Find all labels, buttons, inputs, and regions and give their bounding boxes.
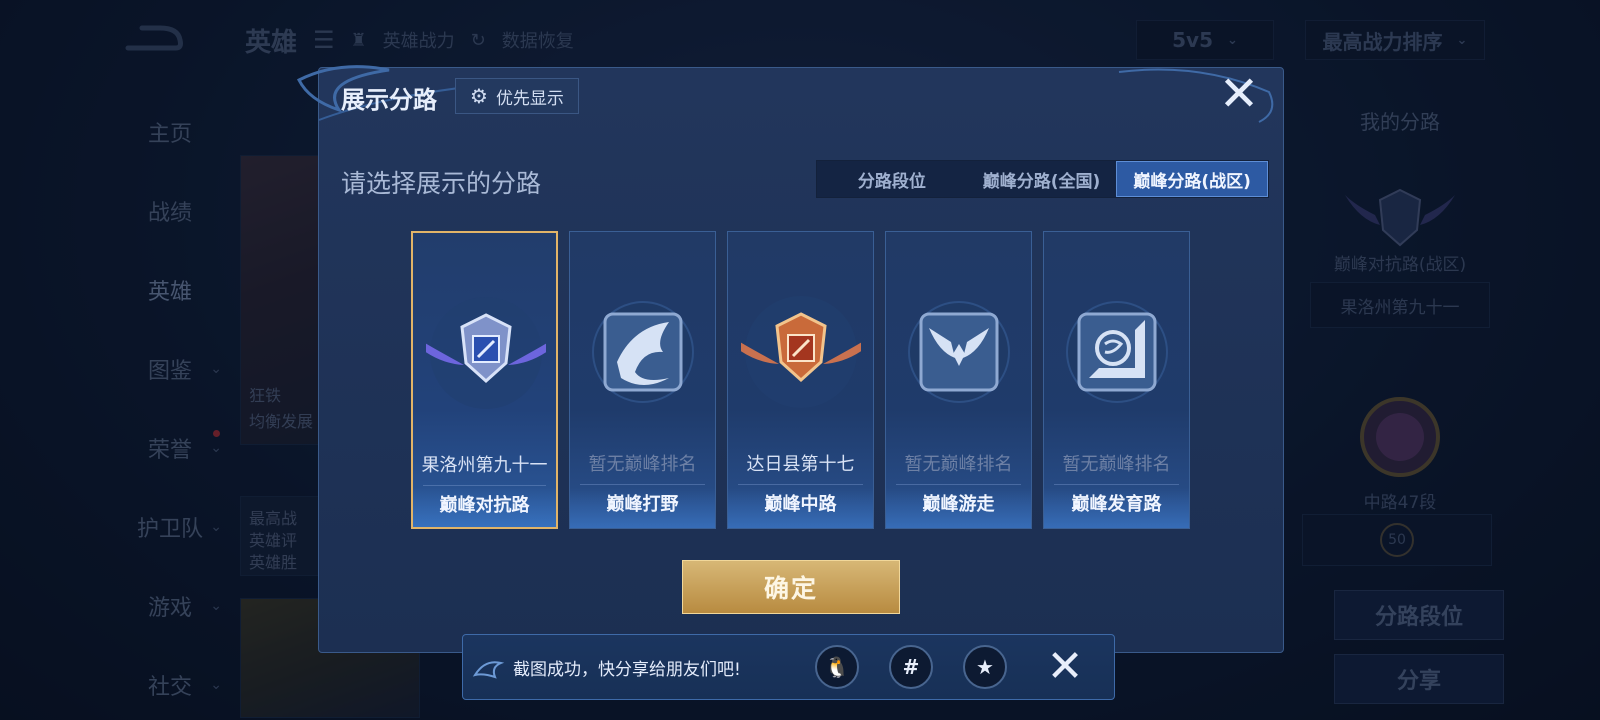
lane-tabs: 分路段位 巅峰分路(全国) 巅峰分路(战区) xyxy=(816,160,1269,198)
shield-wings-orange-icon xyxy=(741,296,861,408)
lane-name: 巅峰打野 xyxy=(606,494,679,515)
dragon-icon xyxy=(592,301,694,403)
lane-name: 巅峰对抗路 xyxy=(439,495,530,516)
modal-prompt: 请选择展示的分路 xyxy=(341,169,542,198)
lane-rank: 暂无巅峰排名 xyxy=(904,454,1013,475)
divider xyxy=(896,484,1021,485)
lane-name: 巅峰中路 xyxy=(764,494,837,515)
modal-title: 展示分路 xyxy=(341,86,437,114)
lane-card-mid[interactable]: 达日县第十七 巅峰中路 xyxy=(727,231,874,529)
close-icon: ✕ xyxy=(1046,641,1084,692)
lane-rank: 暂无巅峰排名 xyxy=(588,454,697,475)
gear-icon: ⚙ xyxy=(470,84,488,108)
divider xyxy=(423,485,546,486)
angel-wings-icon xyxy=(908,301,1010,403)
tab-lane-rank[interactable]: 分路段位 xyxy=(817,161,967,197)
lane-card-top[interactable]: 果洛州第九十一 巅峰对抗路 xyxy=(411,231,558,529)
confirm-button[interactable]: 确定 xyxy=(682,560,900,614)
tab-peak-region[interactable]: 巅峰分路(战区) xyxy=(1116,161,1269,197)
lane-rank: 达日县第十七 xyxy=(746,454,855,475)
lane-rank: 果洛州第九十一 xyxy=(421,455,548,476)
wechat-moments-icon[interactable]: # xyxy=(889,645,933,689)
divider xyxy=(1054,484,1179,485)
close-button[interactable]: ✕ xyxy=(1217,70,1261,118)
lane-display-modal: 展示分路 ⚙ 优先显示 ✕ 请选择展示的分路 分路段位 巅峰分路(全国) 巅峰分… xyxy=(296,65,1284,653)
lane-card-adc[interactable]: 暂无巅峰排名 巅峰发育路 xyxy=(1043,231,1190,529)
shield-wings-blue-icon xyxy=(426,297,546,409)
lane-name: 巅峰游走 xyxy=(922,494,995,515)
priority-display-button[interactable]: ⚙ 优先显示 xyxy=(455,78,579,114)
qq-icon[interactable]: 🐧 xyxy=(815,645,859,689)
lane-rank: 暂无巅峰排名 xyxy=(1062,454,1171,475)
qzone-icon[interactable]: ★ xyxy=(963,645,1007,689)
swirl-icon xyxy=(472,661,505,679)
divider xyxy=(738,484,863,485)
toast-message: 截图成功，快分享给朋友们吧! xyxy=(513,660,741,680)
tab-peak-national[interactable]: 巅峰分路(全国) xyxy=(967,161,1117,197)
archer-icon xyxy=(1066,301,1168,403)
swirl-decoration-icon xyxy=(1118,68,1274,123)
priority-display-label: 优先显示 xyxy=(495,88,564,109)
lane-name: 巅峰发育路 xyxy=(1071,494,1162,515)
screenshot-toast: 截图成功，快分享给朋友们吧! 🐧 # ★ ✕ xyxy=(462,634,1115,700)
lane-card-support[interactable]: 暂无巅峰排名 巅峰游走 xyxy=(885,231,1032,529)
toast-close-button[interactable]: ✕ xyxy=(1041,643,1089,691)
divider xyxy=(580,484,705,485)
lane-card-jungle[interactable]: 暂无巅峰排名 巅峰打野 xyxy=(569,231,716,529)
close-icon: ✕ xyxy=(1218,66,1260,122)
lane-cards: 果洛州第九十一 巅峰对抗路 暂无巅峰排名 巅峰打野 达日县第十七 巅峰中路 暂无… xyxy=(411,231,1190,529)
